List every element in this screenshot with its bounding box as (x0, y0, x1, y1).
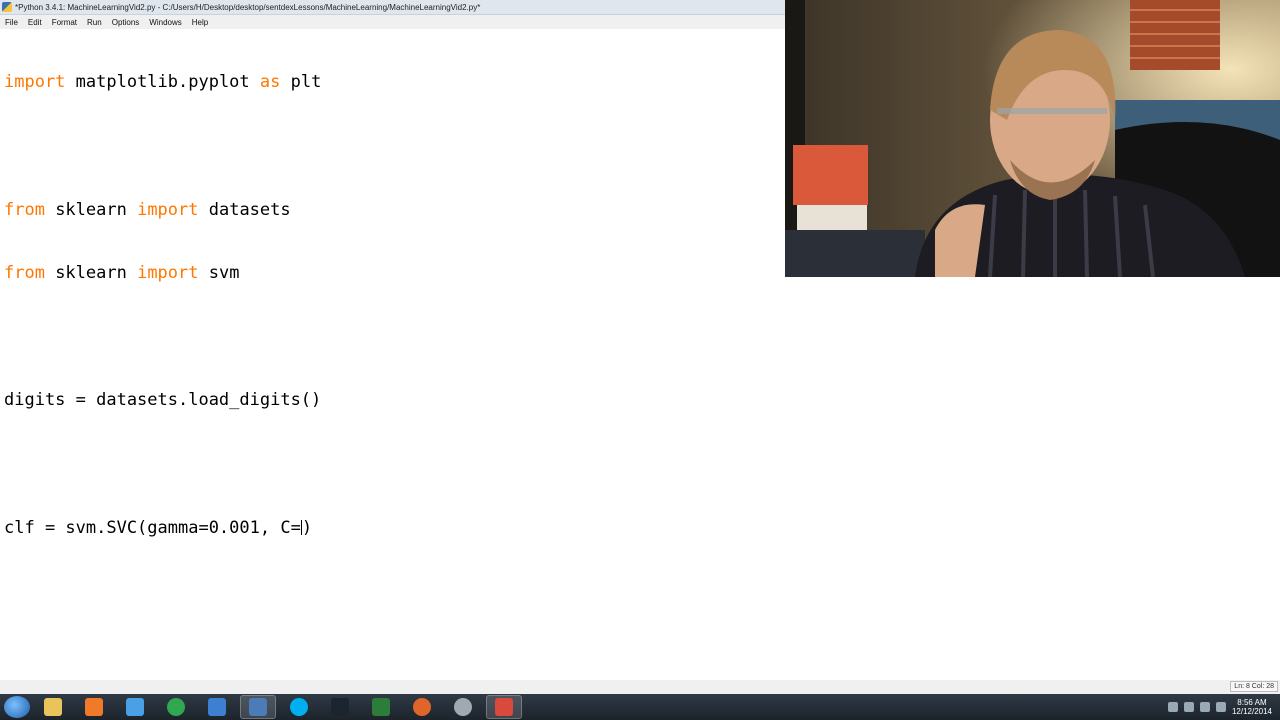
code-line-3: from sklearn import datasets (4, 199, 291, 220)
taskbar-app-skype[interactable] (281, 695, 317, 719)
network-icon[interactable] (1199, 702, 1210, 712)
webcam-overlay (785, 0, 1280, 277)
taskbar-app-python-idle[interactable] (486, 695, 522, 719)
webcam-image (785, 0, 1280, 277)
skype-icon (290, 698, 308, 716)
firefox-icon (413, 698, 431, 716)
menu-bar: File Edit Format Run Options Windows Hel… (0, 15, 785, 29)
system-tray: 8:56 AM 12/12/2014 (1167, 698, 1280, 716)
menu-file[interactable]: File (0, 18, 23, 27)
app-v-icon (331, 698, 349, 716)
menu-options[interactable]: Options (107, 18, 145, 27)
flag-icon[interactable] (1183, 702, 1194, 712)
editor-icon (208, 698, 226, 716)
terminal-icon (372, 698, 390, 716)
code-line-1: import matplotlib.pyplot as plt (4, 72, 322, 93)
settings-icon (454, 698, 472, 716)
taskbar-app-firefox[interactable] (404, 695, 440, 719)
taskbar-app-v[interactable] (322, 695, 358, 719)
chrome-icon (167, 698, 185, 716)
taskbar-app-editor[interactable] (199, 695, 235, 719)
taskbar-app-terminal[interactable] (363, 695, 399, 719)
code-line-8: clf = svm.SVC(gamma=0.001, C=) (4, 517, 313, 538)
volume-icon[interactable] (1215, 702, 1226, 712)
taskbar-app-chrome[interactable] (158, 695, 194, 719)
clock[interactable]: 8:56 AM 12/12/2014 (1232, 698, 1272, 716)
notepad-icon (126, 698, 144, 716)
clock-date: 12/12/2014 (1231, 707, 1272, 716)
explorer-icon (44, 698, 62, 716)
window-title: *Python 3.4.1: MachineLearningVid2.py - … (15, 2, 481, 12)
code-text[interactable]: import matplotlib.pyplot as plt from skl… (4, 30, 321, 581)
menu-run[interactable]: Run (82, 18, 107, 27)
clock-time: 8:56 AM (1237, 698, 1267, 707)
code-line-6: digits = datasets.load_digits() (4, 390, 322, 411)
title-bar: *Python 3.4.1: MachineLearningVid2.py - … (0, 0, 785, 15)
menu-edit[interactable]: Edit (23, 18, 47, 27)
status-bar: Ln: 8 Col: 28 (0, 680, 1280, 694)
menu-help[interactable]: Help (187, 18, 213, 27)
menu-format[interactable]: Format (47, 18, 82, 27)
taskbar-app-notepad[interactable] (117, 695, 153, 719)
python-app-icon (2, 2, 12, 12)
taskbar: 8:56 AM 12/12/2014 (0, 694, 1280, 720)
python-idle-icon (495, 698, 513, 716)
start-button[interactable] (4, 696, 30, 718)
taskbar-app-settings[interactable] (445, 695, 481, 719)
taskbar-app-explorer[interactable] (35, 695, 71, 719)
tray-arrow-icon[interactable] (1167, 702, 1178, 712)
code-line-4: from sklearn import svm (4, 263, 240, 284)
taskbar-app-media[interactable] (76, 695, 112, 719)
taskbar-app-python-file[interactable] (240, 695, 276, 719)
menu-windows[interactable]: Windows (144, 18, 186, 27)
media-player-icon (85, 698, 103, 716)
python-file-icon (249, 698, 267, 716)
cursor-position: Ln: 8 Col: 28 (1230, 681, 1278, 692)
